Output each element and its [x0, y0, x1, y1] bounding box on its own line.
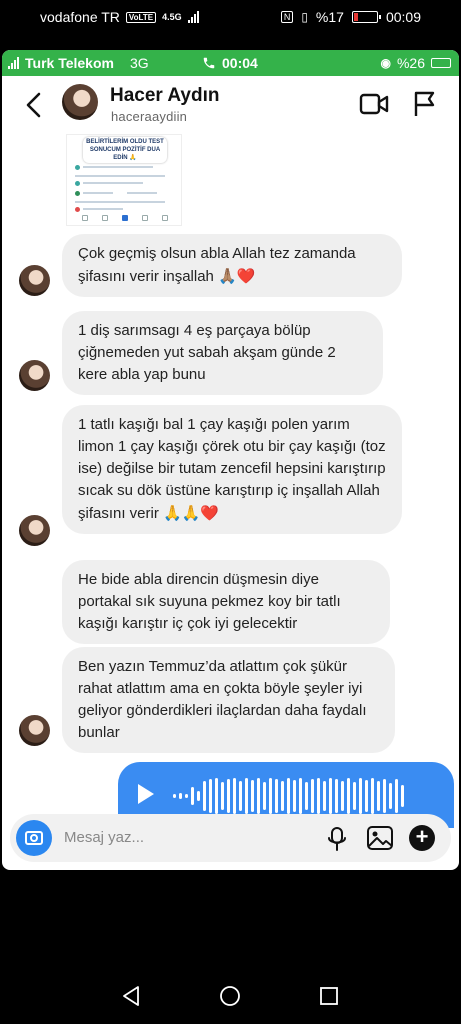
contact-name[interactable]: Hacer Aydın [110, 85, 219, 107]
sender-avatar[interactable] [19, 715, 50, 746]
signal-icon [8, 57, 19, 69]
call-duration: 00:04 [222, 55, 258, 71]
message-text: Çok geçmiş olsun abla Allah tez zamanda … [78, 245, 356, 285]
call-carrier: Turk Telekom [25, 55, 114, 71]
signal-icon [187, 11, 199, 23]
message-input[interactable]: Mesaj yaz... [64, 829, 144, 846]
message-text: 1 diş sarımsagı 4 eş parçaya bölüp çiğne… [78, 322, 336, 383]
ongoing-call-bar[interactable]: Turk Telekom 3G 00:04 ◉ %26 [2, 50, 459, 76]
network-type: 4.5G [162, 12, 182, 22]
message-bubble[interactable]: Çok geçmiş olsun abla Allah tez zamanda … [62, 234, 402, 297]
message-emoji: 🙏🏽❤️ [218, 267, 256, 285]
message-emoji: 🙏🙏❤️ [163, 504, 220, 522]
wifi-icon: ◉ [380, 56, 391, 70]
shared-image-tabs [75, 213, 175, 223]
sender-avatar[interactable] [19, 360, 50, 391]
clock: 00:09 [385, 9, 421, 25]
contact-username[interactable]: haceraaydiin [111, 109, 187, 124]
play-icon[interactable] [138, 784, 154, 804]
call-network: 3G [129, 55, 149, 71]
video-call-icon[interactable] [359, 92, 389, 116]
volte-badge: VoLTE [125, 11, 157, 23]
contact-avatar[interactable] [62, 84, 98, 120]
call-battery-percent: %26 [396, 55, 425, 71]
vibrate-icon: ▯ [301, 10, 308, 24]
message-composer: Mesaj yaz... + [10, 814, 451, 862]
carrier-name: vodafone TR [40, 9, 120, 25]
microphone-icon[interactable] [326, 826, 348, 852]
system-status-bar: vodafone TR VoLTE 4.5G N ▯ %17 00:09 [0, 0, 461, 34]
chat-header: Hacer Aydın haceraaydiin [2, 76, 459, 134]
navigation-bar [0, 955, 461, 1024]
sender-avatar[interactable] [19, 515, 50, 546]
back-arrow-icon[interactable] [20, 90, 50, 120]
shared-image-caption: BELİRTİLERİM OLDU TEST SONUCUM POZİTİF D… [83, 137, 167, 163]
add-icon[interactable]: + [409, 825, 435, 851]
battery-icon [351, 11, 381, 23]
chat-screen: Turk Telekom 3G 00:04 ◉ %26 Hacer Aydın … [2, 50, 459, 870]
gallery-icon[interactable] [366, 825, 394, 851]
audio-waveform [173, 776, 404, 816]
nav-recents-icon[interactable] [318, 985, 340, 1007]
shared-image[interactable]: BELİRTİLERİM OLDU TEST SONUCUM POZİTİF D… [66, 134, 182, 226]
nav-home-icon[interactable] [219, 985, 241, 1007]
battery-percent: %17 [315, 9, 344, 25]
camera-lens [30, 834, 38, 842]
phone-icon [203, 57, 215, 69]
nfc-icon: N [280, 11, 294, 23]
message-bubble[interactable]: Ben yazın Temmuz’da atlattım çok şükür r… [62, 647, 395, 753]
message-bubble[interactable]: He bide abla direncin düşmesin diye port… [62, 560, 390, 644]
message-bubble[interactable]: 1 tatlı kaşığı bal 1 çay kaşığı polen ya… [62, 405, 402, 534]
flag-icon[interactable] [413, 90, 437, 118]
sender-avatar[interactable] [19, 265, 50, 296]
battery-icon [431, 58, 451, 68]
message-text: 1 tatlı kaşığı bal 1 çay kaşığı polen ya… [78, 416, 386, 522]
camera-button[interactable] [16, 820, 52, 856]
message-text: He bide abla direncin düşmesin diye port… [78, 571, 341, 632]
nav-back-icon[interactable] [120, 985, 142, 1007]
message-bubble[interactable]: 1 diş sarımsagı 4 eş parçaya bölüp çiğne… [62, 311, 383, 395]
message-text: Ben yazın Temmuz’da atlattım çok şükür r… [78, 658, 367, 741]
